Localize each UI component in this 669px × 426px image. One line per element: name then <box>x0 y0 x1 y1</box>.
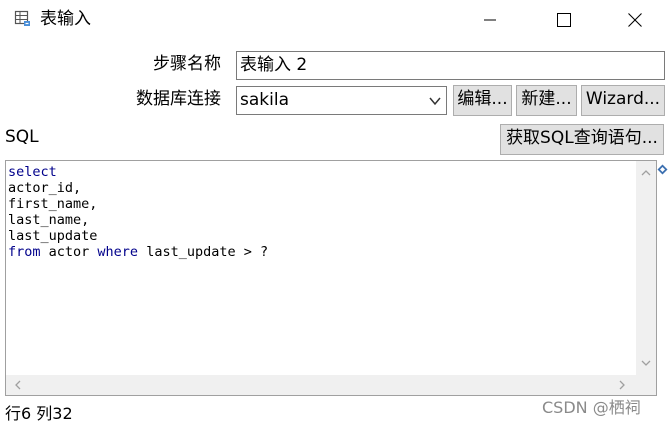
minimize-button[interactable] <box>468 4 512 36</box>
edit-connection-button[interactable]: 编辑... <box>453 85 512 116</box>
sql-line[interactable]: first_name, <box>8 196 268 212</box>
vertical-scrollbar[interactable] <box>636 161 656 375</box>
sql-keyword: where <box>97 244 139 260</box>
watermark: CSDN @栖祠 <box>542 398 641 417</box>
sql-token: last_update > ? <box>138 244 269 260</box>
step-name-label: 步骤名称 <box>153 54 221 74</box>
maximize-button[interactable] <box>542 4 586 36</box>
connection-label: 数据库连接 <box>136 89 221 109</box>
sql-keyword: from <box>8 244 41 260</box>
cursor-position-status: 行6 列32 <box>5 404 73 423</box>
sql-line[interactable]: from actor where last_update > ? <box>8 244 268 260</box>
sql-label: SQL <box>5 127 39 147</box>
maximize-icon <box>557 13 571 27</box>
window-title: 表输入 <box>40 9 91 29</box>
scroll-left-icon[interactable] <box>12 379 24 391</box>
sql-token: last_update <box>8 228 98 244</box>
title-bar: 表输入 <box>0 0 669 40</box>
sql-token: last_name, <box>8 212 90 228</box>
variable-icon <box>657 160 668 175</box>
scroll-up-icon[interactable] <box>640 167 652 179</box>
minimize-icon <box>484 19 496 21</box>
scroll-right-icon[interactable] <box>616 379 628 391</box>
sql-editor[interactable]: select actor_id, first_name, last_name, last… <box>5 160 657 396</box>
close-button[interactable] <box>613 4 657 36</box>
wizard-button[interactable]: Wizard... <box>581 85 665 116</box>
table-input-icon <box>14 10 32 28</box>
sql-token: actor <box>40 244 98 260</box>
close-icon <box>628 13 642 27</box>
sql-line[interactable]: actor_id, <box>8 180 268 196</box>
sql-line[interactable]: last_update <box>8 228 268 244</box>
sql-line[interactable]: last_name, <box>8 212 268 228</box>
connection-select[interactable]: sakila <box>236 86 447 115</box>
sql-token: first_name, <box>8 196 98 212</box>
connection-value: sakila <box>240 90 289 110</box>
step-name-field[interactable]: 表输入 2 <box>236 51 665 80</box>
sql-line[interactable]: select <box>8 164 268 180</box>
sql-token: actor_id, <box>8 180 82 196</box>
scroll-down-icon[interactable] <box>640 357 652 369</box>
sql-keyword: select <box>8 164 57 180</box>
sql-code[interactable]: select actor_id, first_name, last_name, last… <box>8 164 268 260</box>
scrollbar-corner <box>636 375 656 395</box>
new-connection-button[interactable]: 新建... <box>516 85 577 116</box>
horizontal-scrollbar[interactable] <box>6 375 636 395</box>
get-sql-button[interactable]: 获取SQL查询语句... <box>500 124 664 155</box>
chevron-down-icon[interactable] <box>428 94 442 108</box>
